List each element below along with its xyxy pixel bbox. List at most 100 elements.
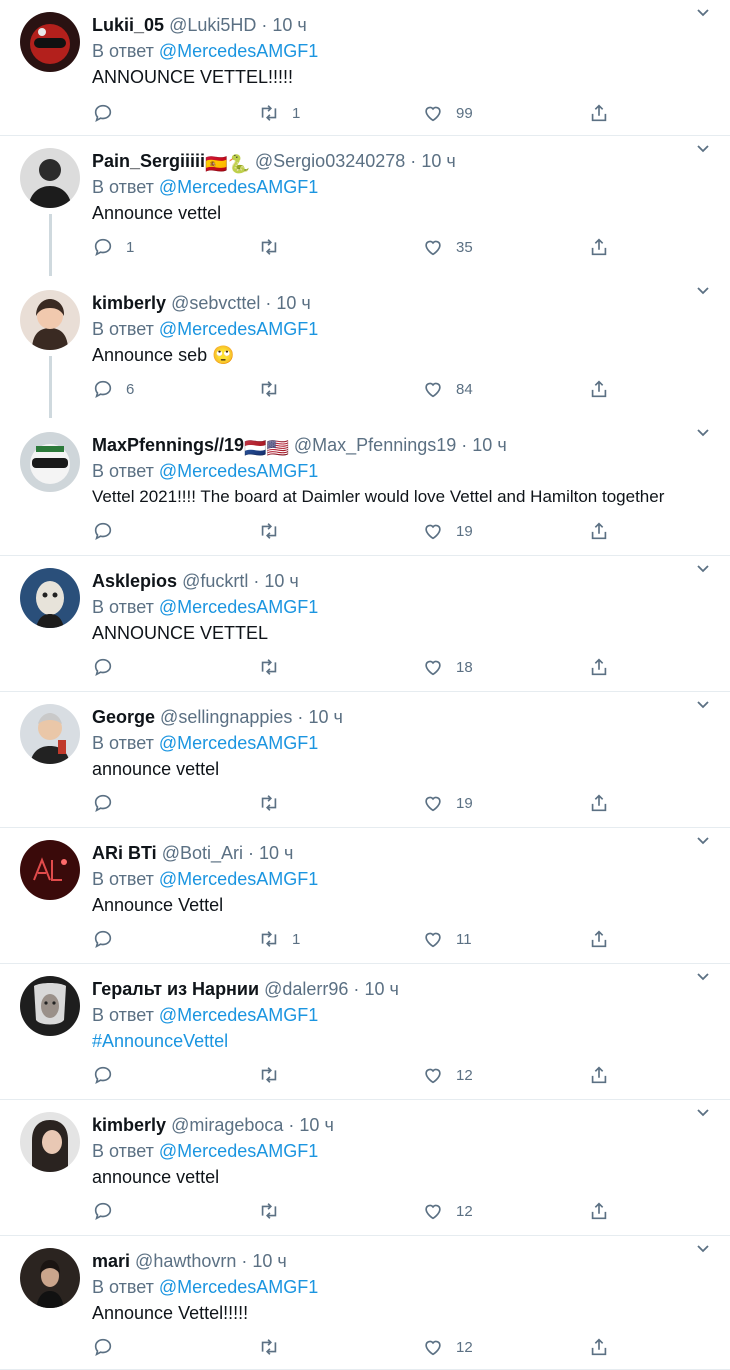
tweet[interactable]: mari @hawthovrn · 10 ч В ответ @Mercedes… <box>0 1236 730 1370</box>
chevron-down-icon[interactable] <box>694 832 712 850</box>
timestamp[interactable]: 10 ч <box>259 843 293 863</box>
share-button[interactable] <box>588 1062 610 1088</box>
author-name[interactable]: MaxPfennings//19 <box>92 435 244 455</box>
author-handle[interactable]: @Sergio03240278 <box>255 151 405 171</box>
avatar[interactable] <box>20 432 80 492</box>
share-button[interactable] <box>588 234 610 260</box>
avatar[interactable] <box>20 568 80 628</box>
reply-button[interactable] <box>92 1062 126 1088</box>
like-button[interactable]: 12 <box>422 1062 473 1088</box>
timestamp[interactable]: 10 ч <box>264 571 298 591</box>
author-handle[interactable]: @Max_Pfennings19 <box>294 435 456 455</box>
chevron-down-icon[interactable] <box>694 4 712 22</box>
chevron-down-icon[interactable] <box>694 1240 712 1258</box>
like-button[interactable]: 19 <box>422 518 473 544</box>
tweet[interactable]: kimberly @sebvcttel · 10 ч В ответ @Merc… <box>0 278 730 420</box>
author-name[interactable]: kimberly <box>92 1115 166 1135</box>
reply-button[interactable] <box>92 790 126 816</box>
reply-button[interactable] <box>92 518 126 544</box>
reply-button[interactable] <box>92 100 126 126</box>
author-handle[interactable]: @hawthovrn <box>135 1251 236 1271</box>
like-button[interactable]: 84 <box>422 376 473 402</box>
retweet-button[interactable]: 1 <box>258 926 300 952</box>
author-handle[interactable]: @Boti_Ari <box>162 843 243 863</box>
author-handle[interactable]: @dalerr96 <box>264 979 348 999</box>
like-button[interactable]: 12 <box>422 1198 473 1224</box>
tweet[interactable]: Геральт из Нарнии @dalerr96 · 10 ч В отв… <box>0 964 730 1100</box>
author-name[interactable]: Pain_Sergiiiii <box>92 151 205 171</box>
timestamp[interactable]: 10 ч <box>308 707 342 727</box>
timestamp[interactable]: 10 ч <box>272 15 306 35</box>
like-button[interactable]: 18 <box>422 654 473 680</box>
like-button[interactable]: 12 <box>422 1334 473 1360</box>
avatar[interactable] <box>20 976 80 1036</box>
retweet-button[interactable] <box>258 654 292 680</box>
hashtag-link[interactable]: #AnnounceVettel <box>92 1028 730 1054</box>
retweet-button[interactable] <box>258 518 292 544</box>
mention-link[interactable]: @MercedesAMGF1 <box>159 461 318 481</box>
tweet[interactable]: kimberly @mirageboca · 10 ч В ответ @Mer… <box>0 1100 730 1236</box>
timestamp[interactable]: 10 ч <box>299 1115 333 1135</box>
chevron-down-icon[interactable] <box>694 696 712 714</box>
author-handle[interactable]: @sebvcttel <box>171 293 260 313</box>
share-button[interactable] <box>588 376 610 402</box>
share-button[interactable] <box>588 790 610 816</box>
mention-link[interactable]: @MercedesAMGF1 <box>159 1141 318 1161</box>
like-button[interactable]: 19 <box>422 790 473 816</box>
retweet-button[interactable] <box>258 1334 292 1360</box>
author-handle[interactable]: @mirageboca <box>171 1115 283 1135</box>
author-handle[interactable]: @fuckrtl <box>182 571 248 591</box>
tweet[interactable]: MaxPfennings//19🇳🇱🇺🇸 @Max_Pfennings19 · … <box>0 420 730 556</box>
author-name[interactable]: Геральт из Нарнии <box>92 979 259 999</box>
author-name[interactable]: Asklepios <box>92 571 177 591</box>
author-handle[interactable]: @sellingnappies <box>160 707 292 727</box>
mention-link[interactable]: @MercedesAMGF1 <box>159 733 318 753</box>
timestamp[interactable]: 10 ч <box>364 979 398 999</box>
chevron-down-icon[interactable] <box>694 968 712 986</box>
avatar[interactable] <box>20 1248 80 1308</box>
retweet-button[interactable] <box>258 1198 292 1224</box>
chevron-down-icon[interactable] <box>694 282 712 300</box>
share-button[interactable] <box>588 100 610 126</box>
author-name[interactable]: Lukii_05 <box>92 15 164 35</box>
avatar[interactable] <box>20 1112 80 1172</box>
avatar[interactable] <box>20 148 80 208</box>
reply-button[interactable]: 1 <box>92 234 134 260</box>
share-button[interactable] <box>588 926 610 952</box>
reply-button[interactable] <box>92 1198 126 1224</box>
mention-link[interactable]: @MercedesAMGF1 <box>159 1005 318 1025</box>
retweet-button[interactable] <box>258 1062 292 1088</box>
mention-link[interactable]: @MercedesAMGF1 <box>159 41 318 61</box>
mention-link[interactable]: @MercedesAMGF1 <box>159 869 318 889</box>
retweet-button[interactable] <box>258 790 292 816</box>
retweet-button[interactable]: 1 <box>258 100 300 126</box>
author-name[interactable]: mari <box>92 1251 130 1271</box>
author-name[interactable]: ARi BTi <box>92 843 157 863</box>
avatar[interactable] <box>20 290 80 350</box>
retweet-button[interactable] <box>258 234 292 260</box>
avatar[interactable] <box>20 704 80 764</box>
mention-link[interactable]: @MercedesAMGF1 <box>159 319 318 339</box>
mention-link[interactable]: @MercedesAMGF1 <box>159 1277 318 1297</box>
chevron-down-icon[interactable] <box>694 424 712 442</box>
reply-button[interactable] <box>92 1334 126 1360</box>
share-button[interactable] <box>588 1198 610 1224</box>
timestamp[interactable]: 10 ч <box>472 435 506 455</box>
avatar[interactable] <box>20 840 80 900</box>
timestamp[interactable]: 10 ч <box>421 151 455 171</box>
tweet[interactable]: Pain_Sergiiiii🇪🇸🐍 @Sergio03240278 · 10 ч… <box>0 136 730 278</box>
timestamp[interactable]: 10 ч <box>252 1251 286 1271</box>
retweet-button[interactable] <box>258 376 292 402</box>
share-button[interactable] <box>588 518 610 544</box>
reply-button[interactable] <box>92 654 126 680</box>
share-button[interactable] <box>588 1334 610 1360</box>
avatar[interactable] <box>20 12 80 72</box>
mention-link[interactable]: @MercedesAMGF1 <box>159 177 318 197</box>
chevron-down-icon[interactable] <box>694 1104 712 1122</box>
author-handle[interactable]: @Luki5HD <box>169 15 256 35</box>
tweet[interactable]: Asklepios @fuckrtl · 10 ч В ответ @Merce… <box>0 556 730 692</box>
mention-link[interactable]: @MercedesAMGF1 <box>159 597 318 617</box>
like-button[interactable]: 99 <box>422 100 473 126</box>
tweet[interactable]: ARi BTi @Boti_Ari · 10 ч В ответ @Merced… <box>0 828 730 964</box>
like-button[interactable]: 11 <box>422 926 472 952</box>
